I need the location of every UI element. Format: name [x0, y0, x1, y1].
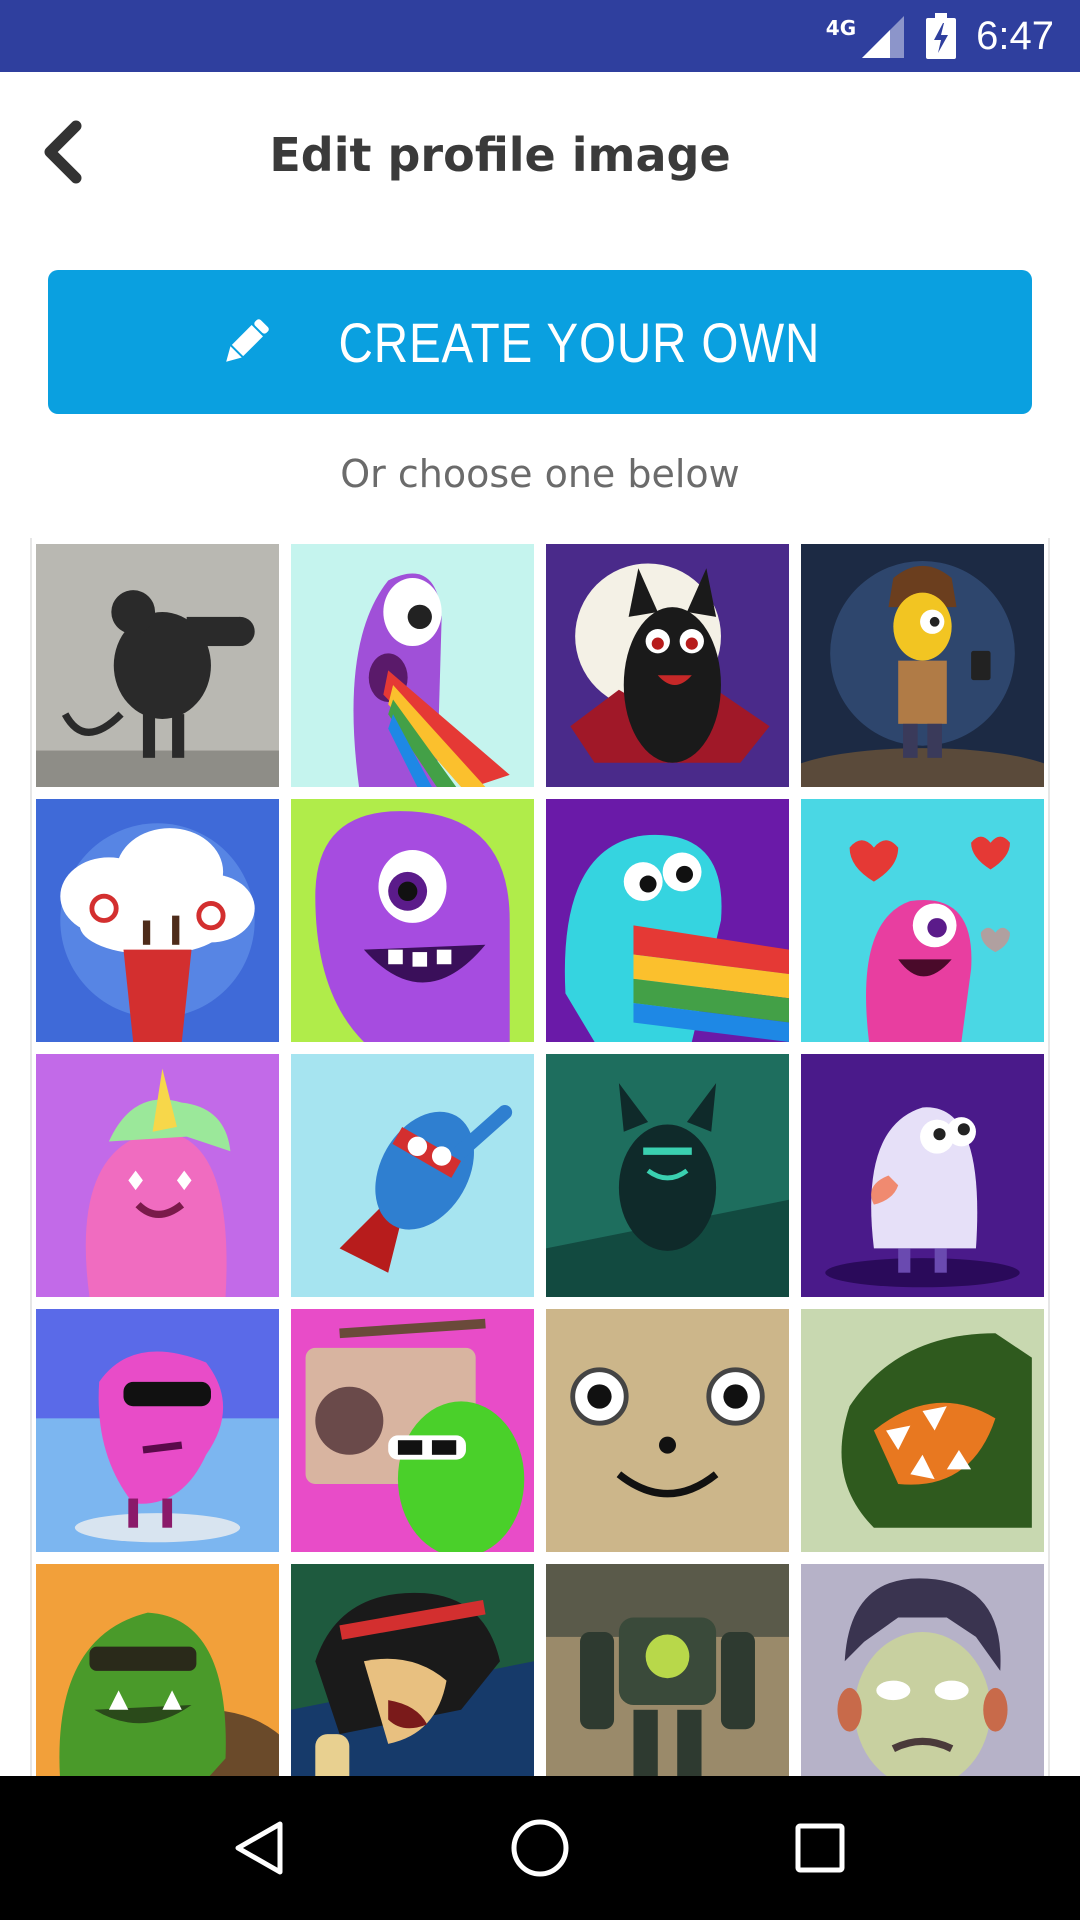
- cool-pink-bean-image: [36, 1309, 279, 1552]
- clock: 6:47: [976, 13, 1054, 58]
- page-title: Edit profile image: [269, 128, 731, 182]
- pencil-icon: [225, 319, 269, 362]
- avatar-exploding-cupcake[interactable]: [36, 799, 279, 1042]
- status-bar: 4G 6:47: [0, 0, 1080, 72]
- flying-hero-image: [291, 1054, 534, 1297]
- avatar-purple-rainbow-monster[interactable]: [291, 544, 534, 787]
- singer-image: [291, 1564, 534, 1778]
- nav-back-button[interactable]: [220, 1808, 300, 1888]
- boombox-green-image: [291, 1309, 534, 1552]
- purple-blob-image: [291, 799, 534, 1042]
- avatar-tongue-ghost[interactable]: [801, 1054, 1044, 1297]
- avatar-rat-graffiti[interactable]: [36, 544, 279, 787]
- tongue-ghost-image: [801, 1054, 1044, 1297]
- smiley-face-image: [546, 1309, 789, 1552]
- create-your-own-label: CREATE YOUR OWN: [338, 310, 820, 374]
- pink-love-monster-image: [801, 799, 1044, 1042]
- green-dragon-image: [801, 1309, 1044, 1552]
- avatar-cool-pink-bean[interactable]: [36, 1309, 279, 1552]
- network-type: 4G: [825, 16, 857, 40]
- avatar-vampire-bat[interactable]: [546, 544, 789, 787]
- square-recents-icon: [795, 1823, 845, 1873]
- robot-image: [546, 1564, 789, 1778]
- avatar-cyan-rainbow-monster[interactable]: [546, 799, 789, 1042]
- nav-recents-button[interactable]: [780, 1808, 860, 1888]
- triangle-back-icon: [235, 1821, 283, 1875]
- avatar-smiley-face[interactable]: [546, 1309, 789, 1552]
- vampire-bat-image: [546, 544, 789, 787]
- navigation-bar: [0, 1776, 1080, 1920]
- avatar-green-goblin[interactable]: [546, 1054, 789, 1297]
- signal-icon: [862, 16, 905, 58]
- green-goblin-image: [546, 1054, 789, 1297]
- battery-charging-icon: [926, 13, 957, 59]
- avatar-flying-hero[interactable]: [291, 1054, 534, 1297]
- avatar-singer[interactable]: [291, 1564, 534, 1778]
- avatar-boombox-green[interactable]: [291, 1309, 534, 1552]
- subtitle: Or choose one below: [340, 452, 740, 496]
- avatar-purple-blob[interactable]: [291, 799, 534, 1042]
- green-ogre-image: [36, 1564, 279, 1778]
- create-your-own-button[interactable]: CREATE YOUR OWN: [48, 270, 1032, 414]
- avatar-green-dragon[interactable]: [801, 1309, 1044, 1552]
- avatar-pink-unicorn[interactable]: [36, 1054, 279, 1297]
- avatar-green-ogre[interactable]: [36, 1564, 279, 1778]
- avatar-selfie-guy[interactable]: [801, 544, 1044, 787]
- purple-rainbow-monster-image: [291, 544, 534, 787]
- rat-graffiti-image: [36, 544, 279, 787]
- exploding-cupcake-image: [36, 799, 279, 1042]
- selfie-guy-image: [801, 544, 1044, 787]
- cyan-rainbow-monster-image: [546, 799, 789, 1042]
- pink-unicorn-image: [36, 1054, 279, 1297]
- nav-home-button[interactable]: [500, 1808, 580, 1888]
- circle-home-icon: [511, 1819, 569, 1877]
- avatar-grid[interactable]: [30, 538, 1050, 1778]
- avatar-robot[interactable]: [546, 1564, 789, 1778]
- avatar-pink-love-monster[interactable]: [801, 799, 1044, 1042]
- gorillaz-guy-image: [801, 1564, 1044, 1778]
- header: Edit profile image: [0, 72, 1080, 248]
- avatar-gorillaz-guy[interactable]: [801, 1564, 1044, 1778]
